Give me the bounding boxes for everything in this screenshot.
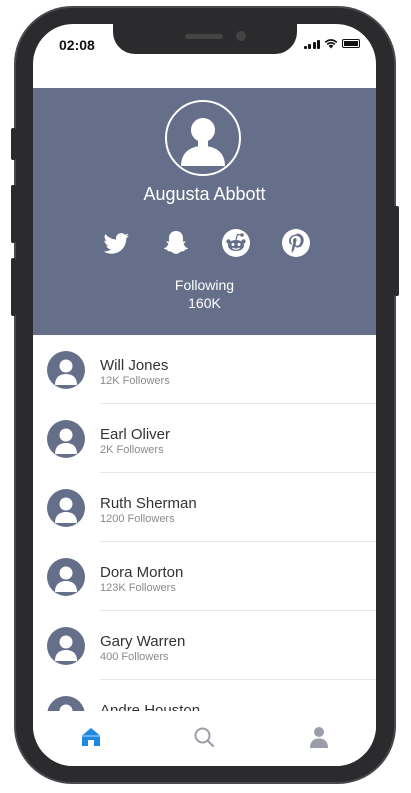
list-item[interactable]: Ruth Sherman 1200 Followers [33,473,376,542]
user-followers: 1200 Followers [100,513,175,525]
user-name: Ruth Sherman [100,495,197,512]
avatar [47,420,85,458]
volume-down-button [11,258,16,316]
power-button [394,206,399,296]
camera [236,31,246,41]
person-icon [181,118,225,166]
user-name: Dora Morton [100,564,184,581]
wifi-icon [324,39,338,49]
user-name: Gary Warren [100,633,186,650]
avatar [47,489,85,527]
list-item[interactable]: Will Jones 12K Followers [33,335,376,404]
person-icon [55,566,77,592]
tab-bar [33,711,376,766]
screen: 02:08 Augusta Abbott Following 160K Will… [33,24,376,766]
status-time: 02:08 [59,37,95,53]
user-name: Earl Oliver [100,426,171,443]
battery-icon [342,39,360,48]
user-icon[interactable] [307,725,331,749]
list-item[interactable]: Earl Oliver 2K Followers [33,404,376,473]
person-icon [55,497,77,523]
user-followers: 2K Followers [100,444,164,456]
search-icon[interactable] [192,725,216,749]
user-followers: 123K Followers [100,582,176,594]
speaker [185,34,223,39]
following-label: Following [174,277,235,293]
avatar [47,351,85,389]
list-item[interactable]: Gary Warren 400 Followers [33,611,376,680]
profile-name: Augusta Abbott [143,184,266,204]
user-followers: 12K Followers [100,375,170,387]
person-icon [55,359,77,385]
profile-avatar[interactable] [165,100,241,176]
avatar [47,627,85,665]
snapchat-icon[interactable] [161,228,191,258]
status-icons [303,38,360,49]
person-icon [55,635,77,661]
notch [113,24,297,54]
signal-icon [303,39,320,49]
list-item[interactable]: Dora Morton 123K Followers [33,542,376,611]
profile-header: Augusta Abbott Following 160K [33,88,376,335]
pinterest-icon[interactable] [281,228,311,258]
volume-up-button [11,185,16,243]
user-name: Will Jones [100,357,169,374]
reddit-icon[interactable] [221,228,251,258]
mute-switch [11,128,16,160]
social-links [101,228,311,258]
home-icon[interactable] [79,725,103,749]
avatar [47,558,85,596]
user-followers: 400 Followers [100,651,169,663]
following-count: 160K [188,295,221,311]
following-list: Will Jones 12K Followers Earl Oliver 2K … [33,335,376,749]
twitter-icon[interactable] [101,228,131,258]
person-icon [55,428,77,454]
